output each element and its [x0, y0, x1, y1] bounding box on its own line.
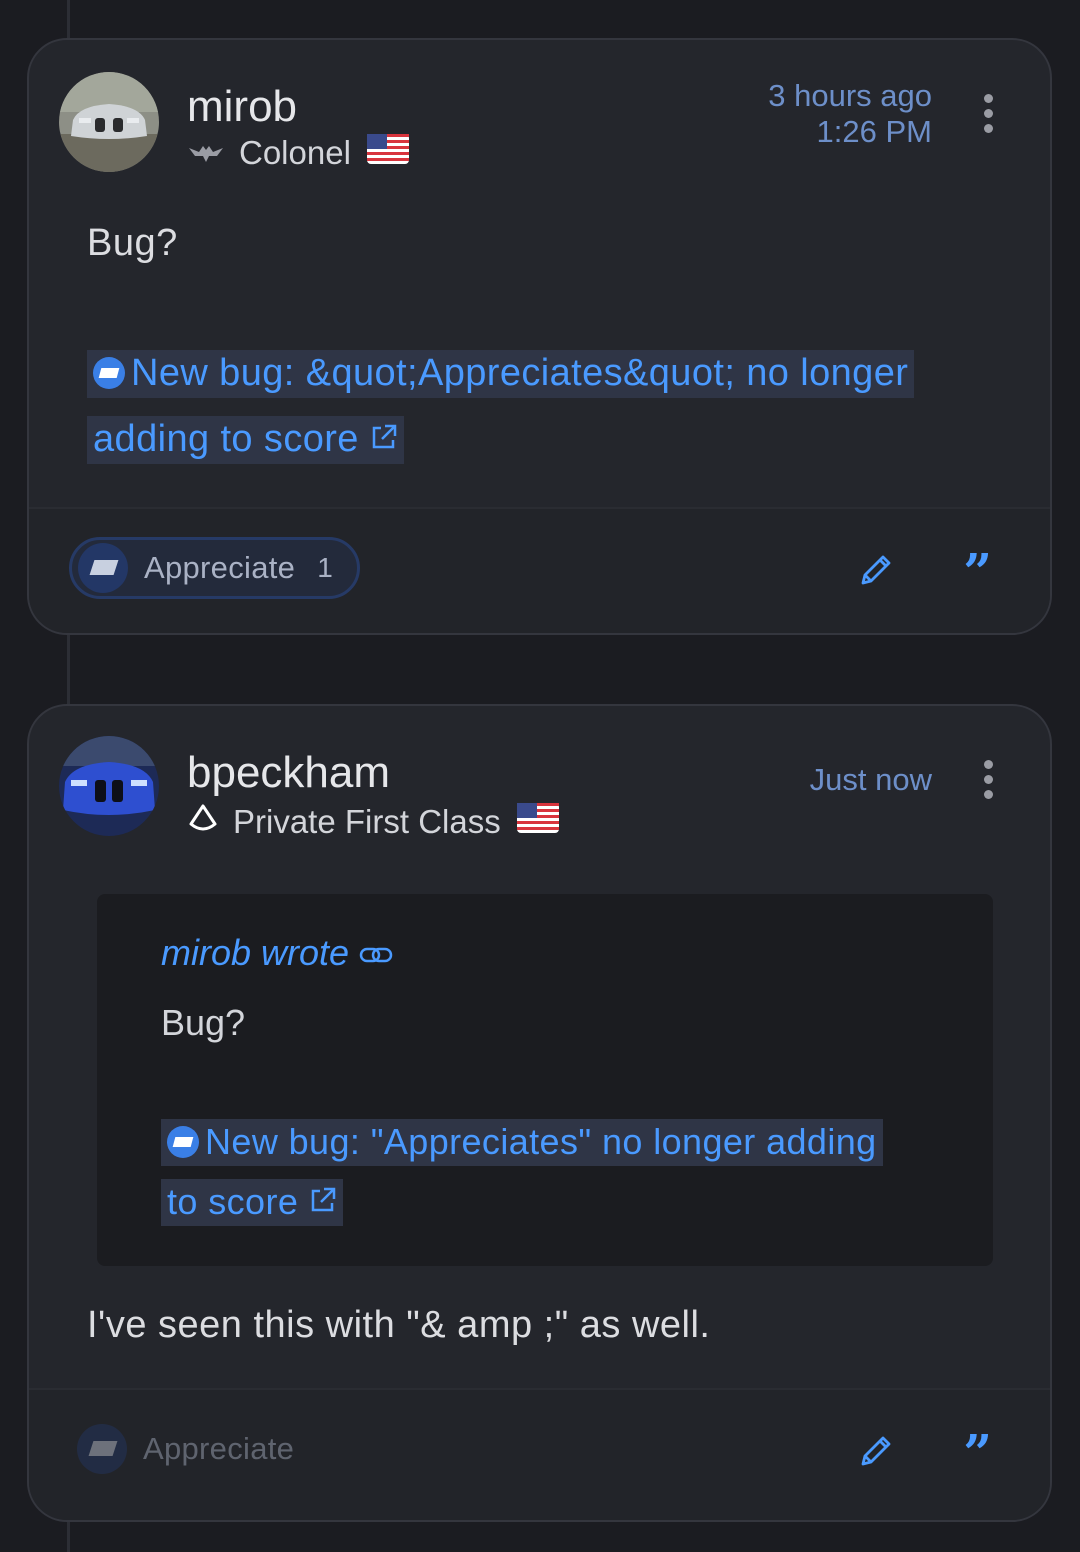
appreciate-count: 1: [317, 552, 333, 583]
appreciate-button[interactable]: Appreciate: [69, 1418, 304, 1480]
time-relative: 3 hours ago: [768, 78, 932, 113]
external-link-icon: [309, 1181, 337, 1222]
post-body: I've seen this with "& amp ;" as well.: [87, 1304, 711, 1346]
quote-body: Bug?: [161, 1002, 246, 1043]
chevron-rank-icon: [187, 802, 219, 842]
rank-line: Colonel: [187, 134, 409, 172]
quote-icon[interactable]: ”: [963, 1428, 992, 1478]
site-logo-icon: [167, 1126, 199, 1158]
username[interactable]: mirob: [187, 82, 297, 132]
time-absolute: 1:26 PM: [816, 114, 932, 149]
username[interactable]: bpeckham: [187, 748, 390, 798]
quote-icon[interactable]: ”: [963, 547, 992, 597]
pencil-icon[interactable]: [855, 551, 895, 591]
us-flag-icon: [516, 803, 559, 841]
eagle-rank-icon: [187, 134, 225, 172]
avatar[interactable]: [59, 736, 159, 836]
timestamp[interactable]: 3 hours ago 1:26 PM: [768, 78, 932, 150]
us-flag-icon: [366, 134, 409, 172]
post-footer: Appreciate 1 ”: [29, 507, 1050, 633]
post-body: Bug?: [87, 222, 178, 264]
rank-label: Colonel: [239, 134, 351, 171]
appreciate-logo-icon: [77, 1424, 127, 1474]
rank-label: Private First Class: [233, 803, 501, 840]
timestamp[interactable]: Just now: [810, 762, 932, 798]
rank-line: Private First Class: [187, 802, 559, 842]
appreciate-label: Appreciate: [144, 550, 296, 585]
site-logo-icon: [93, 357, 125, 389]
external-link-icon: [370, 418, 398, 460]
appreciate-logo-icon: [78, 543, 128, 593]
post-card: bpeckham Private First Class Just now mi…: [27, 704, 1052, 1522]
post-footer: Appreciate ”: [29, 1388, 1050, 1520]
kebab-menu-icon[interactable]: [978, 760, 998, 800]
time-relative: Just now: [809, 762, 932, 797]
appreciate-label: Appreciate: [143, 1431, 295, 1466]
quote-author[interactable]: mirob wrote: [161, 932, 393, 974]
appreciate-button[interactable]: Appreciate 1: [69, 537, 360, 599]
post-card: mirob Colonel 3 hours ago 1:26 PM Bug? N…: [27, 38, 1052, 635]
quote-block: mirob wrote Bug? New bug: "Appreciates" …: [97, 894, 993, 1266]
link-chain-icon: [359, 932, 393, 974]
pencil-icon[interactable]: [855, 1432, 895, 1472]
avatar[interactable]: [59, 72, 159, 172]
bug-link[interactable]: New bug: "Appreciates" no longer adding t…: [161, 1112, 951, 1232]
kebab-menu-icon[interactable]: [978, 94, 998, 134]
bug-link[interactable]: New bug: &quot;Appreciates&quot; no long…: [87, 340, 997, 472]
